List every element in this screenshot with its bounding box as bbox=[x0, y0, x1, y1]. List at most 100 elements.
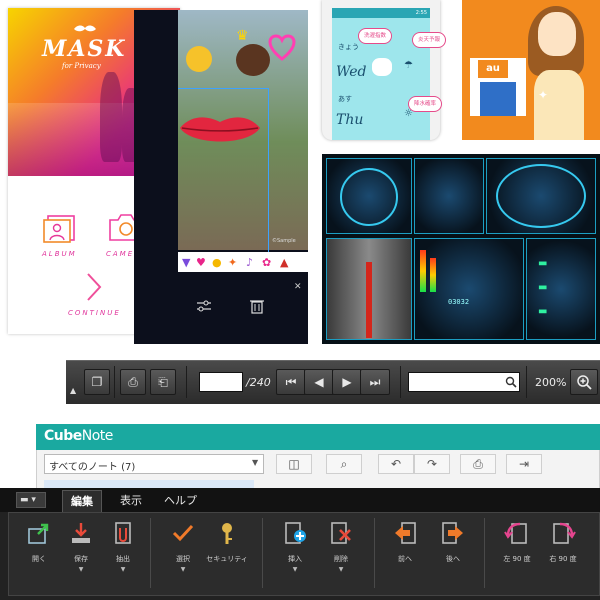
rain-chance-bubble[interactable]: 降水確率 bbox=[408, 96, 442, 112]
search-icon[interactable] bbox=[505, 376, 517, 388]
day-label-thu: Thu bbox=[336, 112, 364, 128]
heart-sticker[interactable] bbox=[268, 34, 296, 62]
lips-sticker[interactable] bbox=[178, 112, 262, 148]
next-page-button[interactable]: ▶ bbox=[332, 369, 362, 395]
first-page-button[interactable]: ⏮ bbox=[276, 369, 306, 395]
caret-down-icon[interactable]: ▼ bbox=[160, 566, 206, 573]
tab-help[interactable]: ヘルプ bbox=[156, 490, 205, 512]
move-after-button[interactable]: 後へ bbox=[430, 520, 476, 564]
character-body bbox=[534, 70, 584, 140]
flower-sticker-option[interactable]: ✿ bbox=[262, 257, 271, 269]
security-button[interactable]: セキュリティ bbox=[204, 520, 250, 564]
caret-down-icon[interactable]: ▼ bbox=[100, 566, 146, 573]
note-sticker-option[interactable]: ♪ bbox=[246, 257, 253, 269]
continue-button[interactable]: CONTINUE bbox=[68, 309, 121, 317]
photo-frame-line bbox=[268, 88, 269, 264]
move-after-label: 後へ bbox=[446, 555, 460, 563]
cat-icon bbox=[372, 58, 392, 76]
hat-sticker-option[interactable]: ▲ bbox=[280, 257, 288, 269]
sparkle-icon: ✦ bbox=[538, 88, 549, 102]
rotate-left-button[interactable]: 左 90 度 bbox=[494, 520, 540, 564]
tab-view[interactable]: 表示 bbox=[112, 490, 150, 512]
person-silhouette bbox=[100, 72, 122, 162]
ribbon-separator bbox=[484, 518, 485, 588]
game-car-icon: ▬ bbox=[538, 258, 548, 269]
tab-edit[interactable]: 編集 bbox=[62, 490, 102, 512]
last-page-button[interactable]: ⏭ bbox=[360, 369, 390, 395]
cubenote-logo: CubeNote bbox=[44, 428, 113, 444]
photo-credit: ©Sample bbox=[272, 238, 296, 244]
heart-sticker-option[interactable]: ♥ bbox=[196, 257, 206, 269]
rotate-right-label: 右 90 度 bbox=[549, 555, 577, 563]
extract-button[interactable]: 抽出 ▼ bbox=[100, 520, 146, 573]
page-number-input[interactable] bbox=[199, 372, 243, 392]
day-label-wed: Wed bbox=[336, 64, 367, 80]
caret-down-icon[interactable]: ▼ bbox=[318, 566, 364, 573]
caret-down-icon[interactable]: ▼ bbox=[272, 566, 318, 573]
game-panel-corridor bbox=[414, 158, 484, 234]
redo-button[interactable]: ↷ bbox=[414, 454, 450, 474]
character-face bbox=[538, 12, 576, 56]
smiley-sticker-option[interactable]: ● bbox=[212, 257, 222, 269]
game-ship-circle bbox=[496, 164, 586, 228]
save-icon bbox=[72, 523, 90, 543]
rotate-right-button[interactable]: 右 90 度 bbox=[540, 520, 586, 564]
select-label: 選択 bbox=[176, 555, 190, 563]
select-button[interactable]: 選択 ▼ bbox=[160, 520, 206, 573]
triangle-sticker-option[interactable]: ▼ bbox=[182, 257, 190, 269]
crown-sticker[interactable]: ♛ bbox=[236, 28, 249, 44]
print-button[interactable]: ⎗ bbox=[150, 369, 176, 395]
next-icon bbox=[442, 522, 463, 544]
search-input[interactable] bbox=[408, 372, 520, 392]
game-car-icon: ▬ bbox=[538, 282, 548, 293]
caret-down-icon[interactable]: ▼ bbox=[58, 566, 104, 573]
undo-button[interactable]: ↶ bbox=[378, 454, 414, 474]
prev-page-button[interactable]: ◀ bbox=[304, 369, 334, 395]
zoom-in-button[interactable] bbox=[570, 369, 598, 395]
search-button[interactable]: ⌕ bbox=[326, 454, 362, 474]
mask-tagline: for Privacy bbox=[62, 62, 101, 70]
notebook-select[interactable]: すべてのノート (7) bbox=[44, 454, 264, 474]
rotate-left-icon bbox=[504, 522, 527, 544]
collapse-arrow-icon[interactable]: ▲ bbox=[70, 386, 76, 395]
save-label: 保存 bbox=[74, 555, 88, 563]
sparkle-sticker-option[interactable]: ✦ bbox=[228, 257, 237, 269]
delete-button[interactable]: 削除 ▼ bbox=[318, 520, 364, 573]
smiley-sticker[interactable] bbox=[186, 46, 212, 72]
export-button[interactable]: ⇥ bbox=[506, 454, 542, 474]
folder-menu-button[interactable]: ▬ ▾ bbox=[16, 492, 46, 508]
store-door bbox=[480, 82, 516, 116]
save-download-button[interactable]: ⎙ bbox=[120, 369, 146, 395]
trash-icon[interactable] bbox=[250, 298, 264, 314]
game-panel-cars bbox=[526, 238, 596, 340]
layout-toggle-button[interactable]: ◫ bbox=[276, 454, 312, 474]
album-label: ALBUM bbox=[42, 250, 77, 258]
insert-icon bbox=[285, 522, 306, 544]
open-button[interactable]: 開く bbox=[16, 520, 62, 564]
chevron-right-icon[interactable] bbox=[84, 272, 104, 302]
insert-button[interactable]: 挿入 ▼ bbox=[272, 520, 318, 573]
monkey-sticker[interactable] bbox=[236, 44, 270, 76]
album-icon[interactable] bbox=[40, 210, 80, 244]
insert-label: 挿入 bbox=[288, 555, 302, 563]
delete-label: 削除 bbox=[334, 555, 348, 563]
day-label-today: きょう bbox=[338, 43, 359, 51]
close-icon[interactable]: ✕ bbox=[294, 282, 302, 292]
open-icon bbox=[28, 523, 49, 544]
day-label-tomorrow: あす bbox=[338, 95, 352, 103]
key-icon bbox=[222, 523, 232, 544]
store-sign: au bbox=[478, 60, 508, 78]
extract-label: 抽出 bbox=[116, 555, 130, 563]
game-radar-circle bbox=[340, 168, 398, 226]
laundry-index-bubble[interactable]: 洗濯指数 bbox=[358, 28, 392, 44]
page-total: /240 bbox=[246, 376, 271, 389]
sliders-icon[interactable] bbox=[196, 298, 212, 314]
heat-forecast-bubble[interactable]: 炎天予報 bbox=[412, 32, 446, 48]
print-button[interactable]: ⎙ bbox=[460, 454, 496, 474]
game-car-icon: ▬ bbox=[538, 306, 548, 317]
game-door-gap bbox=[366, 262, 372, 338]
chevron-down-icon[interactable]: ▼ bbox=[252, 458, 258, 467]
move-before-button[interactable]: 前へ bbox=[382, 520, 428, 564]
pages-thumbnail-button[interactable]: ❐ bbox=[84, 369, 110, 395]
save-button[interactable]: 保存 ▼ bbox=[58, 520, 104, 573]
